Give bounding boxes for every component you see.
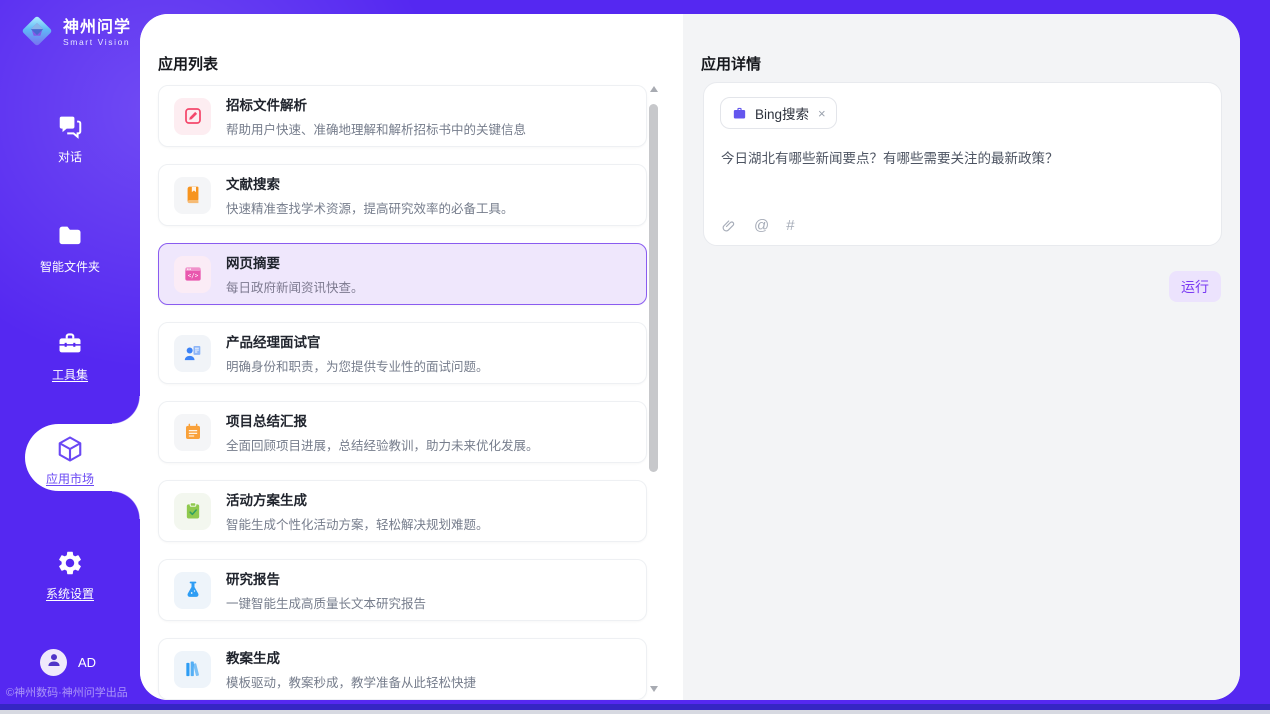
- app-window: 神州问学 Smart Vision 对话 智能文件夹 工具集 应用市场 系统设置…: [0, 0, 1270, 714]
- app-card-title: 文献搜索: [226, 173, 514, 193]
- scrollbar-down-arrow-icon[interactable]: [650, 686, 658, 692]
- sidebar-item-tools[interactable]: 工具集: [0, 322, 140, 392]
- app-card-title: 招标文件解析: [226, 94, 526, 114]
- tag-close-icon[interactable]: ×: [818, 106, 826, 121]
- run-button[interactable]: 运行: [1169, 271, 1221, 302]
- brand-subtitle: Smart Vision: [63, 37, 131, 48]
- app-card[interactable]: 招标文件解析 帮助用户快速、准确地理解和解析招标书中的关键信息: [158, 85, 647, 147]
- interview-icon: [174, 335, 211, 372]
- brand-logo: 神州问学 Smart Vision: [18, 12, 131, 55]
- browser-icon: </>: [174, 256, 211, 293]
- mention-icon[interactable]: @: [754, 218, 769, 234]
- tool-tag-label: Bing搜索: [755, 103, 809, 123]
- app-card-desc: 每日政府新闻资讯快查。: [226, 277, 364, 296]
- user-account[interactable]: AD: [40, 649, 96, 676]
- svg-text:</>: </>: [187, 274, 198, 280]
- paperclip-icon[interactable]: [721, 218, 737, 234]
- app-card-desc: 明确身份和职责，为您提供专业性的面试问题。: [226, 356, 489, 375]
- scrollbar-up-arrow-icon[interactable]: [650, 86, 658, 92]
- app-card-desc: 快速精准查找学术资源，提高研究效率的必备工具。: [226, 198, 514, 217]
- toolbox-icon: [0, 330, 140, 362]
- sidebar-item-settings[interactable]: 系统设置: [0, 541, 140, 611]
- app-card-desc: 模板驱动，教案秒成，教学准备从此轻松快捷: [226, 672, 476, 691]
- person-icon: [45, 651, 63, 674]
- sidebar-item-chat[interactable]: 对话: [0, 104, 140, 174]
- briefcase-icon: [731, 105, 748, 122]
- app-card-title: 产品经理面试官: [226, 331, 489, 351]
- cube-icon: [0, 434, 140, 466]
- app-list-panel: 应用列表 招标文件解析 帮助用户快速、准确地理解和解析招标书中的关键信息 文献搜…: [140, 14, 683, 700]
- main-container: 应用列表 招标文件解析 帮助用户快速、准确地理解和解析招标书中的关键信息 文献搜…: [140, 14, 1240, 700]
- edit-icon: [174, 98, 211, 135]
- app-card[interactable]: 活动方案生成 智能生成个性化活动方案，轻松解决规划难题。: [158, 480, 647, 542]
- sidebar-item-folders[interactable]: 智能文件夹: [0, 214, 140, 284]
- gear-icon: [0, 549, 140, 581]
- app-card[interactable]: 文献搜索 快速精准查找学术资源，提高研究效率的必备工具。: [158, 164, 647, 226]
- app-card-title: 网页摘要: [226, 252, 364, 272]
- scrollbar[interactable]: [648, 82, 660, 694]
- app-card-desc: 帮助用户快速、准确地理解和解析招标书中的关键信息: [226, 119, 526, 138]
- tool-tag-bing[interactable]: Bing搜索 ×: [720, 97, 837, 129]
- sidebar: 神州问学 Smart Vision 对话 智能文件夹 工具集 应用市场 系统设置…: [0, 0, 140, 714]
- folder-icon: [0, 222, 140, 254]
- sidebar-item-market[interactable]: 应用市场: [0, 424, 140, 491]
- avatar[interactable]: [40, 649, 67, 676]
- app-list-title: 应用列表: [158, 53, 218, 74]
- app-card-desc: 全面回顾项目进展，总结经验教训，助力未来优化发展。: [226, 435, 539, 454]
- app-card-title: 项目总结汇报: [226, 410, 539, 430]
- user-initials: AD: [78, 655, 96, 670]
- app-card[interactable]: 研究报告 一键智能生成高质量长文本研究报告: [158, 559, 647, 621]
- app-card-desc: 一键智能生成高质量长文本研究报告: [226, 593, 426, 612]
- app-card-title: 活动方案生成: [226, 489, 489, 509]
- app-card-desc: 智能生成个性化活动方案，轻松解决规划难题。: [226, 514, 489, 533]
- prompt-input-card[interactable]: Bing搜索 × 今日湖北有哪些新闻要点？有哪些需要关注的最新政策？ @ #: [703, 82, 1222, 246]
- input-toolbar: @ #: [721, 218, 795, 234]
- clipboard-icon: [174, 493, 211, 530]
- scrollbar-thumb[interactable]: [649, 104, 658, 472]
- app-detail-title: 应用详情: [701, 53, 761, 74]
- app-card-title: 教案生成: [226, 647, 476, 667]
- app-card[interactable]: 项目总结汇报 全面回顾项目进展，总结经验教训，助力未来优化发展。: [158, 401, 647, 463]
- app-detail-panel: 应用详情 Bing搜索 × 今日湖北有哪些新闻要点？有哪些需要关注的最新政策？ …: [683, 14, 1240, 700]
- research-icon: [174, 572, 211, 609]
- bottom-edge-bar: [0, 710, 1270, 714]
- books-icon: [174, 651, 211, 688]
- brand-name: 神州问学: [63, 19, 131, 36]
- app-card[interactable]: 教案生成 模板驱动，教案秒成，教学准备从此轻松快捷: [158, 638, 647, 700]
- app-card-title: 研究报告: [226, 568, 426, 588]
- copyright-footer: ©神州数码·神州问学出品: [6, 684, 140, 700]
- query-text[interactable]: 今日湖北有哪些新闻要点？有哪些需要关注的最新政策？: [721, 149, 1205, 169]
- app-card[interactable]: </> 网页摘要 每日政府新闻资讯快查。: [158, 243, 647, 305]
- brand-diamond-icon: [18, 12, 56, 55]
- app-cards: 招标文件解析 帮助用户快速、准确地理解和解析招标书中的关键信息 文献搜索 快速精…: [158, 85, 647, 700]
- chat-icon: [0, 112, 140, 144]
- book-icon: [174, 177, 211, 214]
- report-icon: [174, 414, 211, 451]
- app-card[interactable]: 产品经理面试官 明确身份和职责，为您提供专业性的面试问题。: [158, 322, 647, 384]
- hashtag-icon[interactable]: #: [786, 218, 794, 234]
